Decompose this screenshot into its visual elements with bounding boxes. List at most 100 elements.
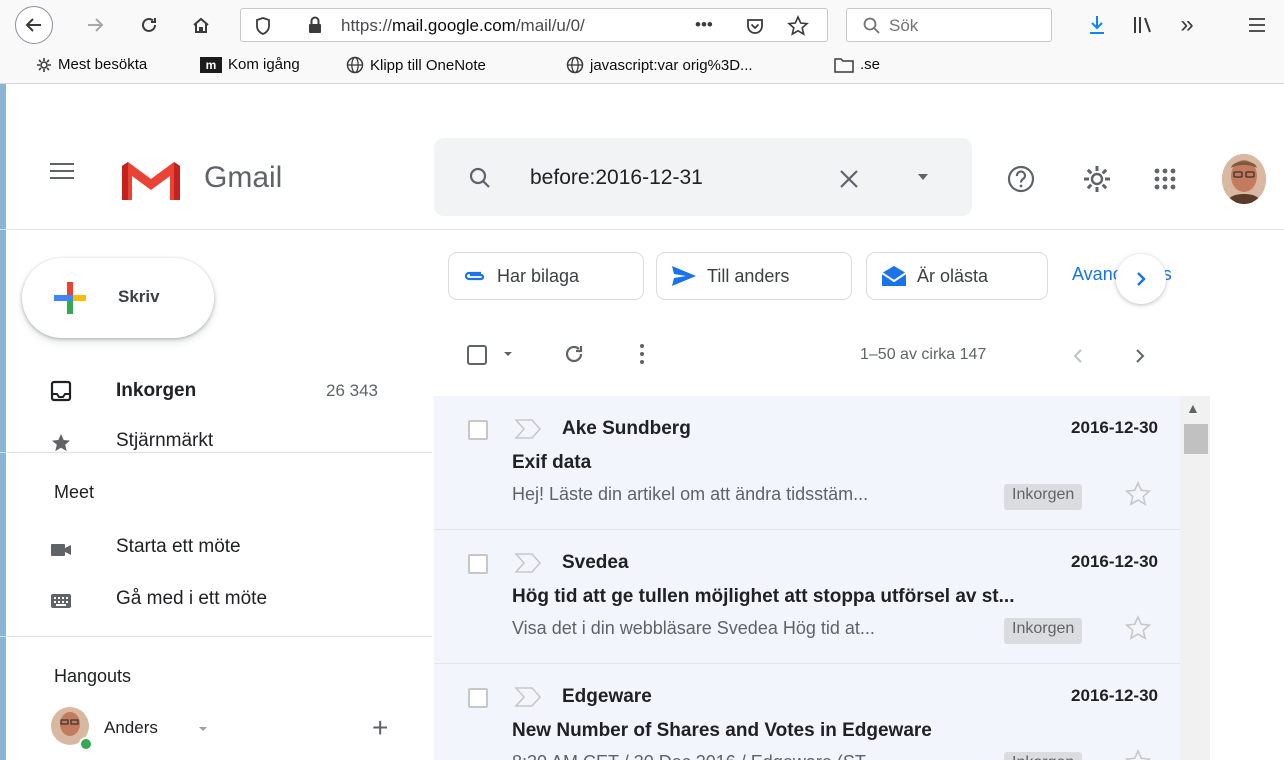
chips-scroll-right-button[interactable] — [1116, 254, 1166, 304]
row-checkbox[interactable] — [468, 688, 488, 708]
downloads-button[interactable] — [1082, 10, 1112, 40]
chip-to-anders[interactable]: Till anders — [656, 252, 852, 300]
mail-date: 2016-12-30 — [1071, 686, 1158, 705]
mail-icon — [881, 266, 907, 286]
gear-icon — [37, 57, 51, 72]
mail-label-badge[interactable]: Inkorgen — [1004, 618, 1083, 644]
meet-join-meeting[interactable]: Gå med i ett möte — [50, 588, 400, 614]
scrollbar-thumb[interactable] — [1184, 424, 1208, 454]
refresh-icon — [565, 345, 583, 363]
pagination-label: 1–50 av cirka 147 — [860, 346, 987, 363]
bookmark-folder-se[interactable]: .se — [834, 56, 880, 73]
gmail-logo-icon[interactable] — [120, 160, 182, 202]
help-button[interactable] — [1004, 162, 1038, 196]
star-icon[interactable] — [1124, 748, 1152, 760]
compose-plus-icon — [54, 282, 86, 314]
pocket-icon[interactable] — [745, 16, 765, 36]
search-options-dropdown-icon[interactable] — [916, 172, 930, 182]
more-vert-icon — [640, 344, 644, 364]
scroll-up-icon[interactable]: ▲ — [1186, 400, 1200, 416]
hangouts-section-title: Hangouts — [54, 666, 132, 686]
row-checkbox[interactable] — [468, 420, 488, 440]
mail-date: 2016-12-30 — [1071, 418, 1158, 437]
url-text: https://mail.google.com/mail/u/0/ — [341, 16, 585, 35]
shield-icon — [256, 17, 270, 35]
inbox-icon — [50, 380, 72, 402]
mail-label-badge[interactable]: Inkorgen — [1004, 484, 1083, 510]
page-actions-button[interactable]: ••• — [695, 15, 713, 35]
gear-icon — [1084, 166, 1110, 192]
avatar-face-icon — [1222, 154, 1266, 204]
reload-icon — [142, 17, 156, 32]
newer-page-button[interactable] — [1068, 346, 1088, 366]
star-icon[interactable] — [1124, 480, 1152, 508]
compose-button[interactable]: Skriv — [22, 258, 214, 338]
inbox-count: 26 343 — [326, 381, 378, 400]
account-avatar[interactable] — [1222, 154, 1266, 204]
nav-divider — [0, 452, 432, 453]
overflow-menu-button[interactable]: » — [1172, 10, 1202, 40]
bookmark-get-started[interactable]: m Kom igång — [200, 56, 300, 73]
url-bar[interactable]: https://mail.google.com/mail/u/0/ ••• — [240, 8, 828, 42]
reload-button[interactable] — [134, 10, 164, 40]
importance-marker-icon[interactable] — [514, 686, 542, 708]
main-menu-button[interactable] — [50, 163, 74, 181]
chip-unread[interactable]: Är olästa — [866, 252, 1048, 300]
settings-button[interactable] — [1080, 162, 1114, 196]
older-page-button[interactable] — [1130, 346, 1150, 366]
nav-divider — [0, 636, 432, 637]
apps-grid-icon — [1154, 168, 1176, 190]
bookmark-javascript[interactable]: javascript:var orig%3D... — [566, 56, 753, 74]
mail-row[interactable]: Edgeware 2016-12-30 New Number of Shares… — [434, 664, 1180, 760]
bookmarks-toolbar: Mest besökta m Kom igång Klipp till OneN… — [0, 48, 1284, 84]
search-query[interactable]: before:2016-12-31 — [530, 166, 703, 190]
select-dropdown[interactable] — [500, 346, 516, 362]
clear-search-icon[interactable] — [838, 168, 860, 190]
mail-date: 2016-12-30 — [1071, 552, 1158, 571]
mail-subject: Hög tid att ge tullen möjlighet att stop… — [512, 586, 1015, 607]
home-button[interactable] — [186, 10, 216, 40]
globe-icon — [566, 56, 584, 74]
bookmark-onenote[interactable]: Klipp till OneNote — [346, 56, 486, 74]
bookmark-most-visited[interactable]: Mest besökta — [36, 56, 147, 73]
nav-item-starred[interactable]: Stjärnmärkt — [50, 430, 400, 454]
nav-toolbar: https://mail.google.com/mail/u/0/ ••• Sö… — [0, 0, 1284, 48]
globe-icon — [346, 56, 364, 74]
mail-row[interactable]: Ake Sundberg 2016-12-30 Exif data Hej! L… — [434, 396, 1180, 530]
forward-button[interactable] — [80, 10, 110, 40]
refresh-button[interactable] — [562, 342, 586, 366]
bookmark-star-icon[interactable] — [787, 15, 809, 37]
mail-label-badge[interactable]: Inkorgen — [1004, 752, 1083, 760]
add-hangout-button[interactable]: + — [372, 712, 388, 744]
chevron-down-icon — [504, 352, 512, 356]
back-button[interactable] — [15, 6, 53, 44]
chip-has-attachment[interactable]: Har bilaga — [448, 252, 644, 300]
apps-button[interactable] — [1148, 162, 1182, 196]
more-actions-button[interactable] — [632, 342, 652, 366]
importance-marker-icon[interactable] — [514, 418, 542, 440]
nav-item-inbox[interactable]: Inkorgen 26 343 — [50, 380, 400, 406]
mail-sender: Edgeware — [562, 686, 652, 707]
mail-row[interactable]: Svedea 2016-12-30 Hög tid att ge tullen … — [434, 530, 1180, 664]
mail-snippet: Visa det i din webbläsare Svedea Hög tid… — [512, 618, 875, 638]
row-checkbox[interactable] — [468, 554, 488, 574]
m-logo-icon: m — [200, 56, 222, 73]
star-icon — [52, 434, 70, 452]
forward-arrow-icon — [88, 18, 104, 32]
importance-marker-icon[interactable] — [514, 552, 542, 574]
search-icon[interactable] — [468, 166, 492, 190]
star-icon[interactable] — [1124, 614, 1152, 642]
mail-search-box[interactable]: before:2016-12-31 — [434, 138, 972, 216]
home-icon — [193, 17, 209, 33]
meet-start-meeting[interactable]: Starta ett möte — [50, 536, 400, 562]
browser-search-bar[interactable]: Sök — [846, 8, 1052, 42]
select-all-checkbox[interactable] — [466, 344, 488, 366]
chevron-left-icon — [1073, 349, 1082, 363]
chevron-down-icon[interactable] — [198, 726, 208, 732]
chevron-right-icon — [1137, 272, 1146, 286]
search-placeholder: Sök — [889, 16, 919, 35]
hamburger-menu-button[interactable] — [1242, 10, 1272, 40]
hangouts-avatar — [51, 707, 93, 751]
library-button[interactable] — [1128, 10, 1158, 40]
back-arrow-icon — [25, 18, 41, 32]
